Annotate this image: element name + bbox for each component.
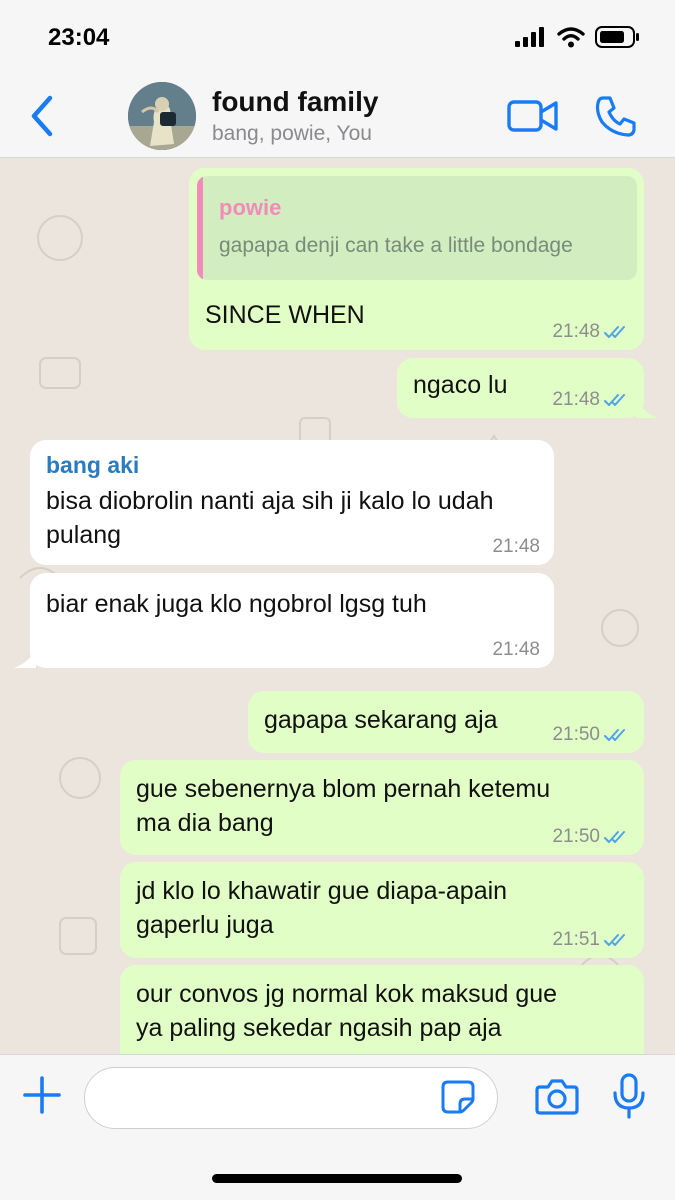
message-outgoing[interactable]: gue sebenernya blom pernah ketemu ma dia… bbox=[120, 760, 644, 855]
status-bar: 23:04 bbox=[0, 0, 675, 78]
quote-accent-bar bbox=[197, 176, 203, 280]
message-time: 21:50 bbox=[552, 724, 600, 745]
message-meta: 21:50 bbox=[552, 723, 630, 747]
chat-participants[interactable]: bang, powie, You bbox=[212, 122, 372, 146]
message-text: jd klo lo khawatir gue diapa-apain bbox=[136, 877, 508, 905]
message-text: our convos jg normal kok maksud gue bbox=[136, 980, 558, 1008]
double-check-icon bbox=[604, 394, 625, 406]
message-meta: 21:48 bbox=[552, 320, 630, 344]
message-meta: 21:48 bbox=[552, 388, 630, 412]
message-text: ma dia bang bbox=[136, 809, 274, 837]
message-list[interactable]: powie gapapa denji can take a little bon… bbox=[0, 158, 675, 1054]
message-text: gapapa sekarang aja bbox=[264, 706, 498, 734]
status-time: 23:04 bbox=[48, 24, 110, 51]
quote-text: gapapa denji can take a little bondage bbox=[219, 234, 573, 257]
quote-sender: powie bbox=[219, 195, 282, 220]
message-text: ngaco lu bbox=[413, 371, 508, 399]
message-outgoing[interactable]: our convos jg normal kok maksud gue ya p… bbox=[120, 965, 644, 1054]
message-text: gue sebenernya blom pernah ketemu bbox=[136, 775, 551, 803]
attach-button[interactable] bbox=[22, 1075, 62, 1115]
plus-icon bbox=[23, 1076, 61, 1114]
message-meta: 21:48 bbox=[492, 535, 540, 559]
back-button[interactable] bbox=[26, 94, 60, 138]
message-text: pulang bbox=[46, 521, 122, 549]
home-indicator[interactable] bbox=[212, 1174, 462, 1183]
sender-name[interactable]: bang aki bbox=[46, 450, 139, 480]
message-outgoing[interactable]: gapapa sekarang aja 21:50 bbox=[248, 691, 644, 753]
voice-message-button[interactable] bbox=[612, 1073, 646, 1119]
message-text: SINCE WHEN bbox=[205, 301, 365, 329]
message-text: gaperlu juga bbox=[136, 911, 274, 939]
phone-icon bbox=[595, 96, 636, 137]
bubble-tail-outgoing bbox=[636, 398, 658, 418]
message-input[interactable] bbox=[84, 1067, 498, 1129]
microphone-icon bbox=[613, 1073, 645, 1119]
message-incoming[interactable]: bang aki bisa diobrolin nanti aja sih ji… bbox=[30, 440, 554, 565]
message-outgoing[interactable]: ngaco lu 21:48 bbox=[397, 358, 644, 418]
bubble-tail-incoming bbox=[14, 648, 36, 668]
message-time: 21:48 bbox=[492, 639, 540, 660]
voice-call-button[interactable] bbox=[594, 94, 638, 138]
avatar-image bbox=[128, 82, 196, 150]
message-meta: 21:50 bbox=[552, 825, 630, 849]
cellular-signal-icon bbox=[515, 27, 544, 47]
message-time: 21:48 bbox=[552, 321, 600, 342]
message-meta: 21:51 bbox=[552, 928, 630, 952]
message-incoming[interactable]: biar enak juga klo ngobrol lgsg tuh 21:4… bbox=[30, 573, 554, 668]
status-icons bbox=[515, 26, 641, 48]
message-time: 21:48 bbox=[552, 389, 600, 410]
chevron-left-icon bbox=[31, 95, 53, 137]
sticker-icon bbox=[441, 1080, 475, 1114]
video-call-button[interactable] bbox=[506, 96, 560, 136]
double-check-icon bbox=[604, 934, 625, 946]
battery-icon bbox=[595, 26, 639, 48]
double-check-icon bbox=[604, 729, 625, 741]
message-outgoing[interactable]: jd klo lo khawatir gue diapa-apain gaper… bbox=[120, 862, 644, 958]
camera-button[interactable] bbox=[535, 1077, 579, 1117]
double-check-icon bbox=[604, 831, 625, 843]
sticker-button[interactable] bbox=[440, 1079, 476, 1115]
chat-title[interactable]: found family bbox=[212, 86, 378, 118]
quoted-reply[interactable]: powie gapapa denji can take a little bon… bbox=[197, 176, 637, 280]
message-time: 21:50 bbox=[552, 826, 600, 847]
video-camera-icon bbox=[507, 100, 558, 132]
message-outgoing[interactable]: powie gapapa denji can take a little bon… bbox=[189, 168, 644, 350]
double-check-icon bbox=[604, 326, 625, 338]
chat-header: found family bang, powie, You bbox=[0, 78, 675, 158]
message-text: ya paling sekedar ngasih pap aja bbox=[136, 1014, 502, 1042]
group-avatar[interactable] bbox=[128, 82, 196, 150]
message-meta: 21:48 bbox=[492, 638, 540, 662]
camera-icon bbox=[535, 1079, 579, 1115]
message-text: biar enak juga klo ngobrol lgsg tuh bbox=[46, 590, 427, 618]
message-text: bisa diobrolin nanti aja sih ji kalo lo … bbox=[46, 487, 494, 515]
message-time: 21:48 bbox=[492, 536, 540, 557]
wifi-icon bbox=[557, 27, 585, 48]
message-time: 21:51 bbox=[552, 929, 600, 950]
